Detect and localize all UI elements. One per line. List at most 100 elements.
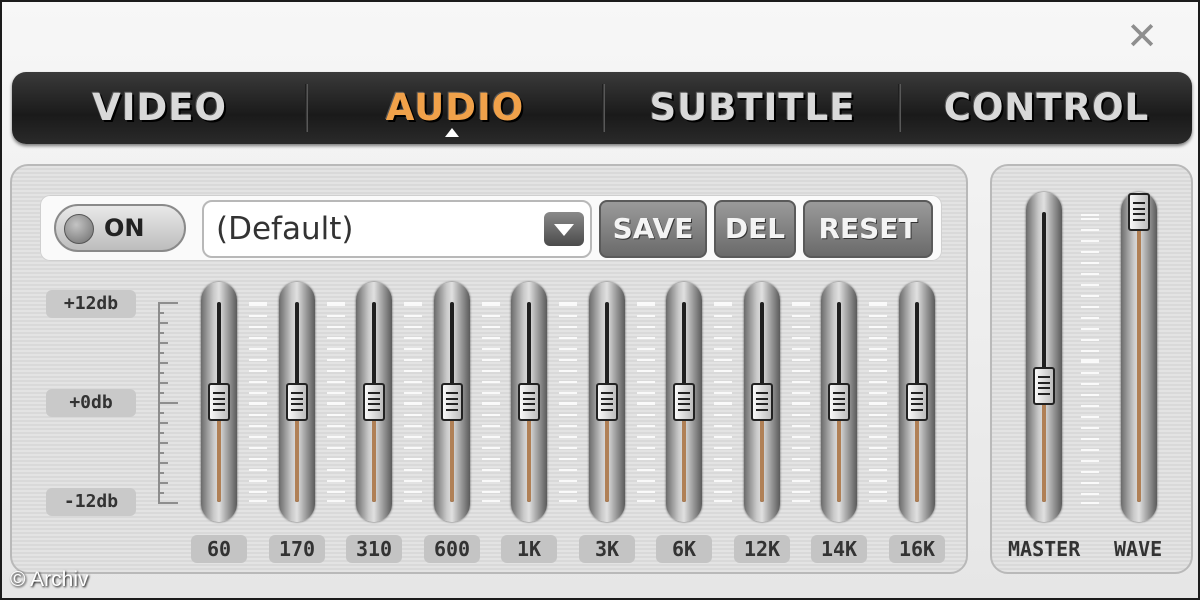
slider-major-tick <box>869 500 887 502</box>
eq-band-label: 310 <box>346 535 402 563</box>
toggle-knob-icon <box>64 214 94 244</box>
slider-major-tick <box>714 402 732 404</box>
slider-tick-marks <box>327 302 345 502</box>
toggle-label: ON <box>104 214 145 242</box>
slider-thumb[interactable] <box>363 383 385 421</box>
slider-tick-marks <box>559 302 577 502</box>
slider-major-tick <box>637 302 655 304</box>
save-button[interactable]: SAVE <box>599 200 707 258</box>
slider-major-tick <box>404 302 422 304</box>
db-label-zero: +0db <box>46 389 136 417</box>
eq-band-label: 3K <box>579 535 635 563</box>
preset-select[interactable]: (Default) <box>202 200 592 258</box>
eq-slider-14k[interactable] <box>821 282 857 522</box>
eq-slider-3k[interactable] <box>589 282 625 522</box>
slider-major-tick <box>792 302 810 304</box>
slider-fill <box>1137 212 1141 502</box>
eq-slider-310[interactable] <box>356 282 392 522</box>
tab-bar: VIDEO AUDIO SUBTITLE CONTROL <box>12 72 1192 144</box>
slider-thumb[interactable] <box>286 383 308 421</box>
tab-subtitle[interactable]: SUBTITLE <box>605 72 900 144</box>
slider-tick-marks <box>869 302 887 502</box>
active-tab-caret-icon <box>445 128 459 137</box>
eq-band-label: 14K <box>811 535 867 563</box>
slider-major-tick <box>869 402 887 404</box>
slider-major-tick <box>559 302 577 304</box>
slider-thumb[interactable] <box>751 383 773 421</box>
slider-major-tick <box>327 302 345 304</box>
slider-major-tick <box>327 402 345 404</box>
slider-major-tick <box>1081 359 1099 361</box>
slider-tick-marks <box>482 302 500 502</box>
db-label-min: -12db <box>46 488 136 516</box>
slider-major-tick <box>637 500 655 502</box>
slider-tick-marks <box>404 302 422 502</box>
db-scale-tick <box>158 302 178 304</box>
image-credit: © Archiv <box>10 568 89 591</box>
slider-major-tick <box>1081 502 1099 504</box>
eq-slider-170[interactable] <box>279 282 315 522</box>
slider-thumb[interactable] <box>1128 193 1150 231</box>
eq-band-label: 12K <box>734 535 790 563</box>
slider-major-tick <box>249 302 267 304</box>
slider-major-tick <box>637 402 655 404</box>
close-icon[interactable]: ✕ <box>1122 16 1162 56</box>
eq-slider-6k[interactable] <box>666 282 702 522</box>
slider-major-tick <box>559 500 577 502</box>
db-label-max: +12db <box>46 290 136 318</box>
master-label: MASTER <box>1008 537 1081 561</box>
slider-major-tick <box>404 500 422 502</box>
slider-major-tick <box>869 302 887 304</box>
slider-major-tick <box>482 302 500 304</box>
slider-thumb[interactable] <box>1033 367 1055 405</box>
db-scale-axis <box>158 302 160 502</box>
slider-thumb[interactable] <box>828 383 850 421</box>
eq-band-label: 600 <box>424 535 480 563</box>
slider-major-tick <box>249 500 267 502</box>
eq-band-label: 16K <box>889 535 945 563</box>
delete-button[interactable]: DEL <box>714 200 796 258</box>
slider-thumb[interactable] <box>441 383 463 421</box>
eq-slider-60[interactable] <box>201 282 237 522</box>
eq-band-label: 1K <box>501 535 557 563</box>
slider-tick-marks <box>249 302 267 502</box>
eq-slider-12k[interactable] <box>744 282 780 522</box>
db-scale <box>152 302 178 504</box>
slider-thumb[interactable] <box>208 383 230 421</box>
slider-thumb[interactable] <box>906 383 928 421</box>
slider-thumb[interactable] <box>596 383 618 421</box>
slider-major-tick <box>327 500 345 502</box>
equalizer-power-toggle[interactable]: ON <box>54 204 186 252</box>
db-scale-tick <box>158 402 178 404</box>
eq-slider-600[interactable] <box>434 282 470 522</box>
tab-control[interactable]: CONTROL <box>901 72 1192 144</box>
slider-tick-marks <box>792 302 810 502</box>
reset-button[interactable]: RESET <box>803 200 933 258</box>
slider-thumb[interactable] <box>518 383 540 421</box>
eq-band-label: 170 <box>269 535 325 563</box>
slider-major-tick <box>482 500 500 502</box>
slider-major-tick <box>714 302 732 304</box>
wave-label: WAVE <box>1114 537 1163 561</box>
tab-video[interactable]: VIDEO <box>12 72 307 144</box>
slider-major-tick <box>404 402 422 404</box>
db-scale-tick <box>158 502 178 504</box>
eq-slider-16k[interactable] <box>899 282 935 522</box>
audio-settings-window: ✕ VIDEO AUDIO SUBTITLE CONTROL ON (Defau… <box>0 0 1200 600</box>
slider-major-tick <box>792 402 810 404</box>
slider-thumb[interactable] <box>673 383 695 421</box>
slider-major-tick <box>1081 214 1099 216</box>
slider-tick-marks <box>714 302 732 502</box>
wave-volume-slider[interactable] <box>1121 192 1157 522</box>
slider-major-tick <box>249 402 267 404</box>
slider-major-tick <box>714 500 732 502</box>
slider-tick-marks <box>1081 214 1099 504</box>
master-volume-slider[interactable] <box>1026 192 1062 522</box>
slider-major-tick <box>482 402 500 404</box>
eq-slider-1k[interactable] <box>511 282 547 522</box>
preset-value: (Default) <box>216 211 354 247</box>
slider-major-tick <box>559 402 577 404</box>
chevron-down-icon[interactable] <box>544 212 584 246</box>
eq-band-label: 60 <box>191 535 247 563</box>
eq-band-label: 6K <box>656 535 712 563</box>
